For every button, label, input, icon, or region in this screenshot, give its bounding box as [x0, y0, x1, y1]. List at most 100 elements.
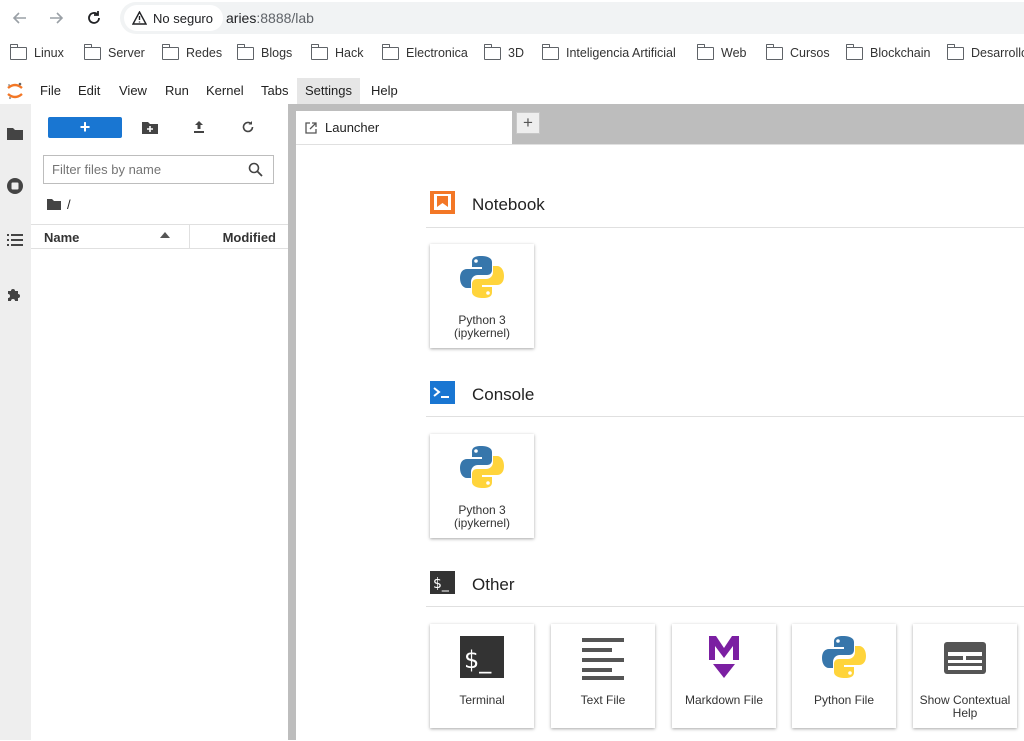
bookmark-label: Blogs — [261, 46, 293, 60]
modified-column-header[interactable]: Modified — [223, 230, 276, 245]
bookmark-label: 3D — [508, 46, 524, 60]
python-icon — [460, 446, 504, 488]
terminal-icon: $_ — [460, 636, 504, 678]
svg-text:$_: $_ — [433, 576, 450, 592]
main-tab-bar: Launcher + — [296, 104, 1024, 144]
text-file-card[interactable]: Text File — [551, 624, 655, 728]
bookmark-item[interactable]: Inteligencia Artificial — [541, 43, 676, 60]
upload-icon[interactable] — [190, 118, 208, 136]
menu-edit[interactable]: Edit — [70, 78, 108, 104]
url-path: :8888/lab — [256, 10, 314, 26]
folder-icon — [765, 43, 783, 60]
markdown-file-card[interactable]: Markdown File — [672, 624, 776, 728]
folder-icon — [9, 43, 27, 60]
console-section-icon — [430, 381, 455, 404]
back-arrow-icon[interactable] — [8, 6, 32, 30]
bookmark-item[interactable]: Blockchain — [845, 43, 930, 60]
card-label: Python File — [813, 693, 875, 707]
bookmark-item[interactable]: Hack — [310, 43, 364, 60]
warning-icon — [132, 11, 147, 25]
tab-launcher[interactable]: Launcher — [296, 111, 512, 144]
security-label: No seguro — [153, 10, 213, 26]
terminal-card[interactable]: $_ Terminal — [430, 624, 534, 728]
menu-help[interactable]: Help — [363, 78, 406, 104]
name-column-header[interactable]: Name — [44, 230, 79, 245]
text-file-icon — [582, 638, 624, 680]
card-label: Terminal — [459, 693, 505, 707]
address-bar[interactable]: No seguro aries:8888/lab — [120, 2, 1024, 34]
column-divider[interactable] — [189, 225, 190, 248]
folder-icon — [236, 43, 254, 60]
card-label: Markdown File — [684, 693, 764, 707]
menubar: File Edit View Run Kernel Tabs Settings Help — [0, 78, 1024, 104]
card-label: Python 3 (ipykernel) — [453, 313, 510, 340]
folder-icon — [483, 43, 501, 60]
bookmark-label: Inteligencia Artificial — [566, 46, 676, 60]
card-label: Show Contextual Help — [919, 693, 1011, 720]
bookmarks-bar: Linux Server Redes Blogs Hack Electronica 3D In… — [0, 42, 1024, 70]
forward-arrow-icon[interactable] — [44, 6, 68, 30]
bookmark-item[interactable]: Desarrollo — [946, 43, 1024, 60]
notebook-python3-card[interactable]: Python 3 (ipykernel) — [430, 244, 534, 348]
left-sidebar — [0, 104, 32, 740]
add-tab-button[interactable]: + — [516, 112, 540, 134]
folder-icon — [845, 43, 863, 60]
bookmark-item[interactable]: Electronica — [381, 43, 468, 60]
breadcrumb[interactable]: / — [47, 197, 71, 212]
bookmark-item[interactable]: Redes — [161, 43, 223, 60]
table-of-contents-icon[interactable] — [6, 231, 24, 249]
menu-tabs[interactable]: Tabs — [253, 78, 296, 104]
card-label: Text File — [580, 693, 626, 707]
new-launcher-button[interactable]: + — [48, 117, 122, 138]
menu-kernel[interactable]: Kernel — [198, 78, 252, 104]
contextual-help-card[interactable]: Show Contextual Help — [913, 624, 1017, 728]
extension-manager-icon[interactable] — [6, 285, 24, 303]
markdown-icon — [709, 636, 739, 678]
url-host: aries — [226, 10, 257, 26]
bookmark-item[interactable]: 3D — [483, 43, 524, 60]
refresh-icon[interactable] — [239, 118, 257, 136]
folder-tab-icon[interactable] — [6, 124, 24, 142]
folder-icon — [161, 43, 179, 60]
bookmark-label: Web — [721, 46, 747, 60]
menu-settings[interactable]: Settings — [297, 78, 360, 104]
folder-icon — [310, 43, 328, 60]
bookmark-item[interactable]: Server — [83, 43, 145, 60]
bookmark-label: Electronica — [406, 46, 468, 60]
svg-text:$_: $_ — [464, 646, 492, 674]
bookmark-item[interactable]: Blogs — [236, 43, 293, 60]
panel-splitter[interactable] — [288, 104, 296, 740]
bookmark-label: Hack — [335, 46, 364, 60]
bookmark-label: Cursos — [790, 46, 830, 60]
folder-icon — [946, 43, 964, 60]
menu-file[interactable]: File — [32, 78, 69, 104]
python-icon — [822, 636, 866, 678]
python-file-card[interactable]: Python File — [792, 624, 896, 728]
folder-icon — [696, 43, 714, 60]
bookmark-label: Linux — [34, 46, 64, 60]
filter-files-field[interactable] — [43, 155, 274, 184]
filter-files-input[interactable] — [44, 156, 242, 183]
menu-view[interactable]: View — [111, 78, 155, 104]
bookmark-item[interactable]: Web — [696, 43, 747, 60]
bookmark-item[interactable]: Cursos — [765, 43, 830, 60]
python-icon — [460, 256, 504, 298]
new-folder-icon[interactable] — [141, 118, 159, 136]
file-browser: + / Name Modified — [31, 104, 288, 740]
console-section-title: Console — [472, 385, 535, 404]
running-terminals-icon[interactable] — [6, 177, 24, 195]
folder-icon — [541, 43, 559, 60]
home-folder-icon — [47, 199, 61, 210]
other-section-icon: $_ — [430, 571, 455, 594]
browser-toolbar: No seguro aries:8888/lab — [0, 0, 1024, 36]
other-section-title: Other — [472, 575, 515, 594]
security-chip[interactable]: No seguro — [124, 5, 223, 31]
bookmark-label: Redes — [186, 46, 223, 60]
menu-run[interactable]: Run — [157, 78, 197, 104]
notebook-section-title: Notebook — [472, 195, 545, 214]
jupyter-logo-icon — [7, 82, 23, 100]
bookmark-item[interactable]: Linux — [9, 43, 64, 60]
section-divider — [426, 227, 1024, 228]
reload-icon[interactable] — [82, 6, 106, 30]
console-python3-card[interactable]: Python 3 (ipykernel) — [430, 434, 534, 538]
